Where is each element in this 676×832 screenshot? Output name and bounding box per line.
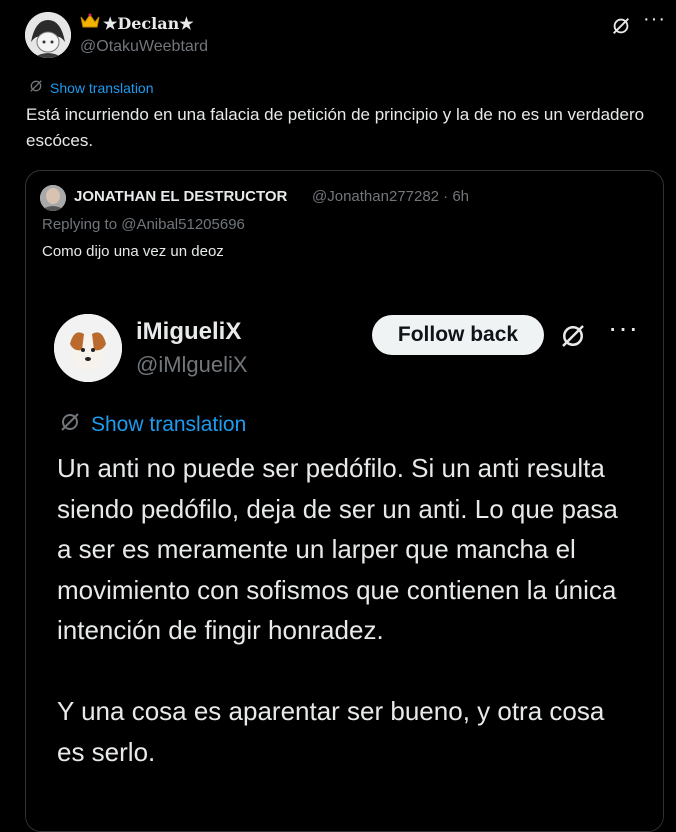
- display-name-text: ★Declan★: [103, 13, 194, 33]
- screenshot-more-icon: ···: [608, 312, 639, 343]
- screenshot-show-translation: Show translation: [58, 410, 246, 440]
- crown-icon: [80, 13, 100, 33]
- display-name[interactable]: ★Declan★: [80, 13, 194, 33]
- user-handle[interactable]: @OtakuWeebtard: [80, 38, 208, 56]
- mute-icon[interactable]: [610, 15, 632, 42]
- screenshot-translate-icon: [58, 410, 82, 440]
- more-icon[interactable]: ···: [643, 8, 666, 31]
- show-translation-link[interactable]: Show translation: [28, 78, 154, 97]
- quote-avatar: [40, 185, 66, 211]
- avatar[interactable]: [25, 12, 71, 58]
- quote-meta: @Jonathan277282 · 6h: [312, 188, 470, 205]
- quote-text: Como dijo una vez un deoz: [42, 243, 224, 260]
- screenshot-display-name: iMigueliX: [136, 318, 242, 345]
- screenshot-show-translation-label: Show translation: [91, 413, 247, 436]
- quote-tweet-card[interactable]: JONATHAN EL DESTRUCTOR @Jonathan277282 ·…: [25, 170, 664, 832]
- show-translation-label: Show translation: [50, 79, 154, 96]
- screenshot-handle: @iMlgueliX: [136, 352, 248, 377]
- quote-author-name: JONATHAN EL DESTRUCTOR: [74, 188, 288, 205]
- tweet-text: Está incurriendo en una falacia de petic…: [26, 105, 645, 150]
- quote-replying-to: Replying to @Anibal51205696: [42, 216, 245, 233]
- quote-image[interactable]: iMigueliX @iMlgueliX Follow back ··· Sho…: [26, 288, 663, 831]
- translate-icon: [28, 78, 44, 97]
- screenshot-avatar: [54, 314, 122, 382]
- follow-back-button: Follow back: [372, 315, 544, 355]
- screenshot-tweet-text: Un anti no puede ser pedófilo. Si un ant…: [57, 453, 618, 767]
- screenshot-mute-icon: [558, 321, 588, 356]
